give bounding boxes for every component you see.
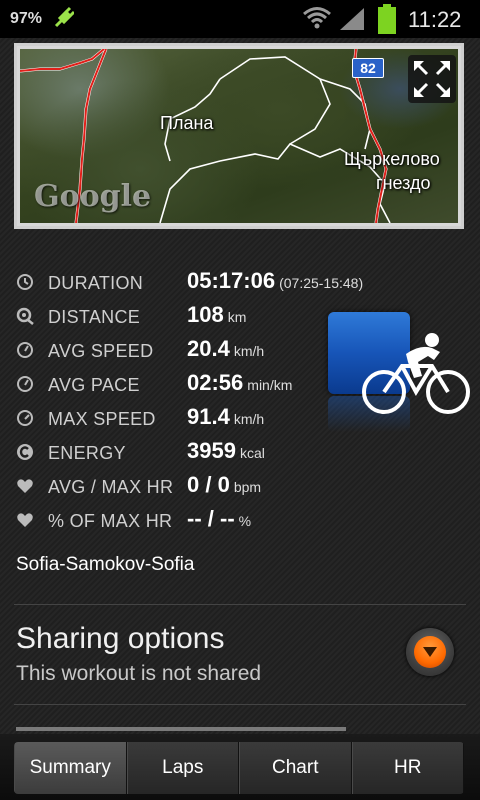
expand-icon — [414, 61, 450, 97]
stat-value: -- / -- — [187, 506, 235, 531]
signal-icon — [340, 8, 364, 30]
stat-label: AVG / MAX HR — [48, 477, 174, 497]
stat-value: 02:56 — [187, 370, 244, 395]
speedometer-icon — [17, 410, 33, 426]
chevron-down-icon — [423, 647, 437, 657]
fullscreen-map-button[interactable] — [408, 55, 456, 103]
tab-chart[interactable]: Chart — [239, 742, 352, 794]
stat-value: 91.4 — [187, 404, 230, 429]
stat-value: 108 — [187, 302, 224, 327]
stat-unit: kcal — [239, 445, 265, 461]
tab-summary[interactable]: Summary — [14, 742, 127, 794]
speedometer-icon — [17, 376, 33, 392]
battery-percent: 97% — [10, 10, 43, 27]
stat-value: 3959 — [187, 438, 236, 463]
stat-unit: km — [227, 309, 247, 325]
sharing-status: This workout is not shared — [16, 662, 262, 685]
heart-icon — [17, 513, 33, 527]
clock-icon — [17, 274, 33, 290]
map-view[interactable]: Плана Щъркелово гнездо Google 82 — [20, 49, 458, 223]
stat-label: DURATION — [48, 273, 144, 293]
sharing-options-title: Sharing options — [16, 622, 225, 655]
stat-label: % OF MAX HR — [48, 511, 173, 531]
charging-plug-icon — [54, 6, 74, 28]
bottom-tab-bar: Summary Laps Chart HR — [0, 734, 480, 800]
map-label-place: Щъркелово — [344, 149, 440, 169]
speedometer-icon — [17, 342, 33, 358]
stat-label: DISTANCE — [48, 307, 141, 327]
stat-duration: DURATION 05:17:06 (07:25-15:48) — [0, 266, 480, 300]
stat-energy: ENERGY 3959 kcal — [0, 436, 480, 470]
divider — [14, 704, 466, 705]
workout-name: Sofia-Samokov-Sofia — [16, 554, 195, 575]
stat-label: AVG PACE — [48, 375, 140, 395]
stat-label: AVG SPEED — [48, 341, 154, 361]
battery-icon — [378, 4, 396, 34]
stat-unit: bpm — [233, 479, 262, 495]
sport-type-badge — [326, 312, 476, 432]
map-label-place-line2: гнездо — [376, 173, 431, 193]
stat-label: ENERGY — [48, 443, 126, 463]
stat-value: 05:17:06 — [187, 268, 276, 293]
clock: 11:22 — [408, 7, 462, 32]
stat-unit: (07:25-15:48) — [279, 275, 364, 291]
status-bar: 97% 11:22 — [0, 0, 480, 38]
road-number-badge: 82 — [352, 58, 384, 78]
tab-hr[interactable]: HR — [351, 742, 464, 794]
stat-label: MAX SPEED — [48, 409, 156, 429]
stat-unit: % — [238, 513, 252, 529]
distance-icon — [16, 307, 34, 325]
scroll-indicator — [16, 727, 346, 731]
wifi-icon — [303, 7, 331, 29]
stat-percent-max-hr: % OF MAX HR -- / --% — [0, 504, 480, 538]
energy-icon — [17, 444, 33, 460]
google-logo: Google — [34, 179, 152, 214]
map-label-village: Плана — [160, 113, 214, 133]
stat-value: 20.4 — [187, 336, 230, 361]
route-map[interactable]: Плана Щъркелово гнездо Google 82 — [14, 43, 464, 229]
stat-unit: min/km — [247, 377, 293, 393]
stat-unit: km/h — [233, 343, 265, 359]
stat-avg-max-hr: AVG / MAX HR 0 / 0 bpm — [0, 470, 480, 504]
tabs: Summary Laps Chart HR — [14, 742, 464, 794]
tab-laps[interactable]: Laps — [126, 742, 239, 794]
heart-icon — [17, 479, 33, 493]
cycling-icon — [362, 333, 470, 414]
divider — [14, 604, 466, 605]
stat-unit: km/h — [233, 411, 265, 427]
stat-value: 0 / 0 — [187, 472, 230, 497]
sharing-expand-button[interactable] — [406, 628, 454, 676]
